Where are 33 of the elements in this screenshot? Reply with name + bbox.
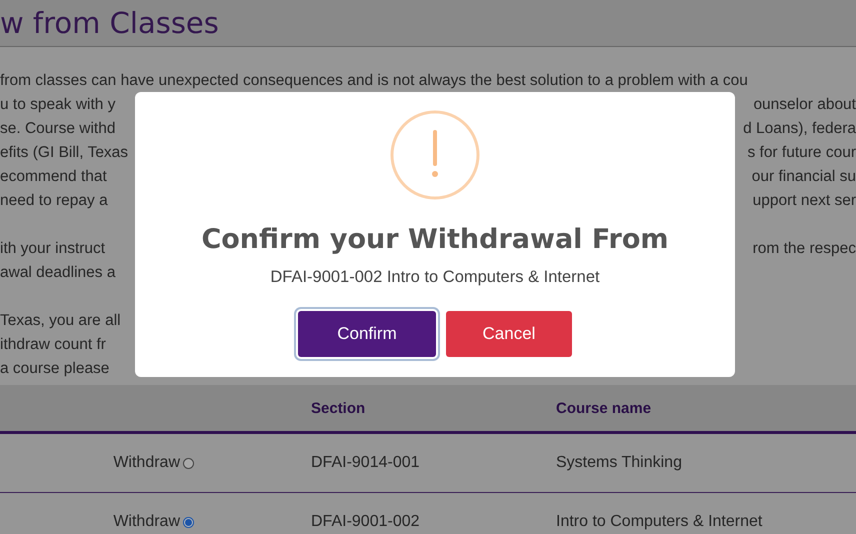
table-cell: Intro to Computers & Internet: [555, 492, 856, 534]
paragraph-text: ith your instruct: [0, 239, 106, 259]
withdraw-radio[interactable]: [183, 516, 194, 528]
page-title: w from Classes: [0, 5, 219, 42]
cancel-button[interactable]: Cancel: [446, 311, 572, 357]
paragraph-text: Texas, you are all: [0, 311, 121, 331]
paragraph-text: rom the respec: [752, 239, 856, 259]
withdraw-radio[interactable]: [183, 458, 194, 468]
table-cell: DFAI-9014-001: [310, 432, 555, 492]
paragraph-text: from classes can have unexpected consequences and is not always the best solution to a problem with a cou: [0, 71, 748, 91]
warning-icon: [390, 110, 480, 200]
column-header: Course name: [555, 385, 856, 432]
paragraph-text: our financial su: [752, 167, 856, 187]
table-cell: Systems Thinking: [555, 432, 856, 492]
paragraph-text: upport next ser: [752, 191, 856, 211]
withdraw-label: Withdraw: [113, 454, 180, 472]
table-cell: DFAI-9001-002: [310, 492, 555, 534]
paragraph-text: efits (GI Bill, Texas: [0, 143, 128, 163]
paragraph-text: need to repay a: [0, 191, 108, 211]
paragraph-text: ecommend that: [0, 167, 107, 187]
withdraw-label: Withdraw: [113, 513, 180, 531]
paragraph-text: a course please: [0, 359, 110, 379]
paragraph-text: ounselor about: [753, 95, 856, 115]
paragraph-text: s for future cour: [747, 143, 856, 163]
paragraph-text: ithdraw count fr: [0, 335, 106, 355]
paragraph-text: d Loans), federa: [743, 119, 856, 139]
column-header: Section: [310, 385, 555, 432]
dialog-title: Confirm your Withdrawal From: [201, 223, 669, 257]
paragraph-text: se. Course withd: [0, 119, 116, 139]
confirm-button[interactable]: Confirm: [298, 311, 436, 357]
paragraph-text: awal deadlines a: [0, 263, 116, 283]
dialog-subtitle: DFAI-9001-002 Intro to Computers & Internet: [270, 268, 600, 287]
paragraph-text: u to speak with y: [0, 95, 116, 115]
